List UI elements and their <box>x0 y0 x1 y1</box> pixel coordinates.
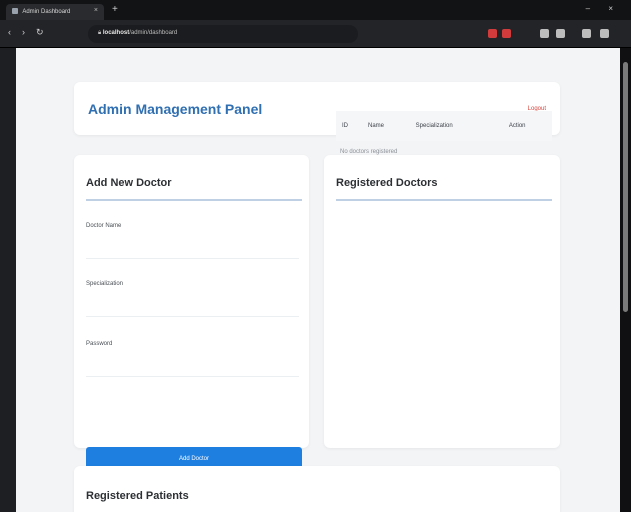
menu-icon[interactable] <box>600 29 609 38</box>
add-doctor-card: Add New Doctor Doctor Name Specializatio… <box>74 155 309 471</box>
empty-state-text: No doctors registered <box>340 149 398 155</box>
window-controls[interactable]: – × <box>586 4 621 13</box>
url-host: localhost <box>102 30 130 36</box>
extension-icon[interactable] <box>540 29 549 38</box>
column-header-id: ID <box>336 111 362 141</box>
page-viewport: Admin Management Panel Logout Add New Do… <box>16 48 620 512</box>
password-label: Password <box>86 341 113 347</box>
forward-icon[interactable]: › <box>22 27 25 37</box>
extension-icon[interactable] <box>556 29 565 38</box>
table-row: No doctors registered <box>336 141 552 155</box>
extension-icon[interactable] <box>502 29 511 38</box>
doctor-name-label: Doctor Name <box>86 223 122 229</box>
doctors-table: ID Name Specialization Action No doctors… <box>336 111 552 155</box>
registered-doctors-card: Registered Doctors <box>324 155 560 448</box>
specialization-input[interactable] <box>86 297 299 317</box>
page-title: Admin Management Panel <box>88 101 263 117</box>
favicon-icon <box>12 8 18 14</box>
divider <box>86 199 302 201</box>
table-header-row: ID Name Specialization Action <box>336 111 552 141</box>
extension-icon[interactable] <box>488 29 497 38</box>
close-icon[interactable]: × <box>94 7 98 14</box>
doctor-name-input[interactable] <box>86 239 299 259</box>
password-input[interactable] <box>86 357 299 377</box>
browser-toolbar: ‹ › ↻ 🔒︎ localhost/admin/dashboard <box>0 20 631 48</box>
scrollbar-thumb[interactable] <box>623 62 628 312</box>
url-path: /admin/dashboard <box>129 30 178 36</box>
add-doctor-title: Add New Doctor <box>86 177 172 189</box>
reload-icon[interactable]: ↻ <box>36 27 44 38</box>
plus-icon[interactable]: + <box>112 4 118 15</box>
registered-doctors-title: Registered Doctors <box>336 177 438 189</box>
divider <box>336 199 552 201</box>
browser-tab-bar: Admin Dashboard × + – × <box>0 0 631 20</box>
specialization-label: Specialization <box>86 281 124 287</box>
column-header-action: Action <box>502 111 552 141</box>
column-header-specialization: Specialization <box>409 111 503 141</box>
column-header-name: Name <box>361 111 410 141</box>
tab-title: Admin Dashboard <box>22 9 71 15</box>
scrollbar[interactable] <box>620 48 631 512</box>
registered-patients-card: Registered Patients <box>74 466 560 512</box>
registered-patients-title: Registered Patients <box>86 490 189 502</box>
extension-icon[interactable] <box>582 29 591 38</box>
address-bar[interactable]: 🔒︎ localhost/admin/dashboard <box>88 25 358 43</box>
browser-tab[interactable]: Admin Dashboard × <box>6 4 104 20</box>
back-icon[interactable]: ‹ <box>8 27 11 37</box>
